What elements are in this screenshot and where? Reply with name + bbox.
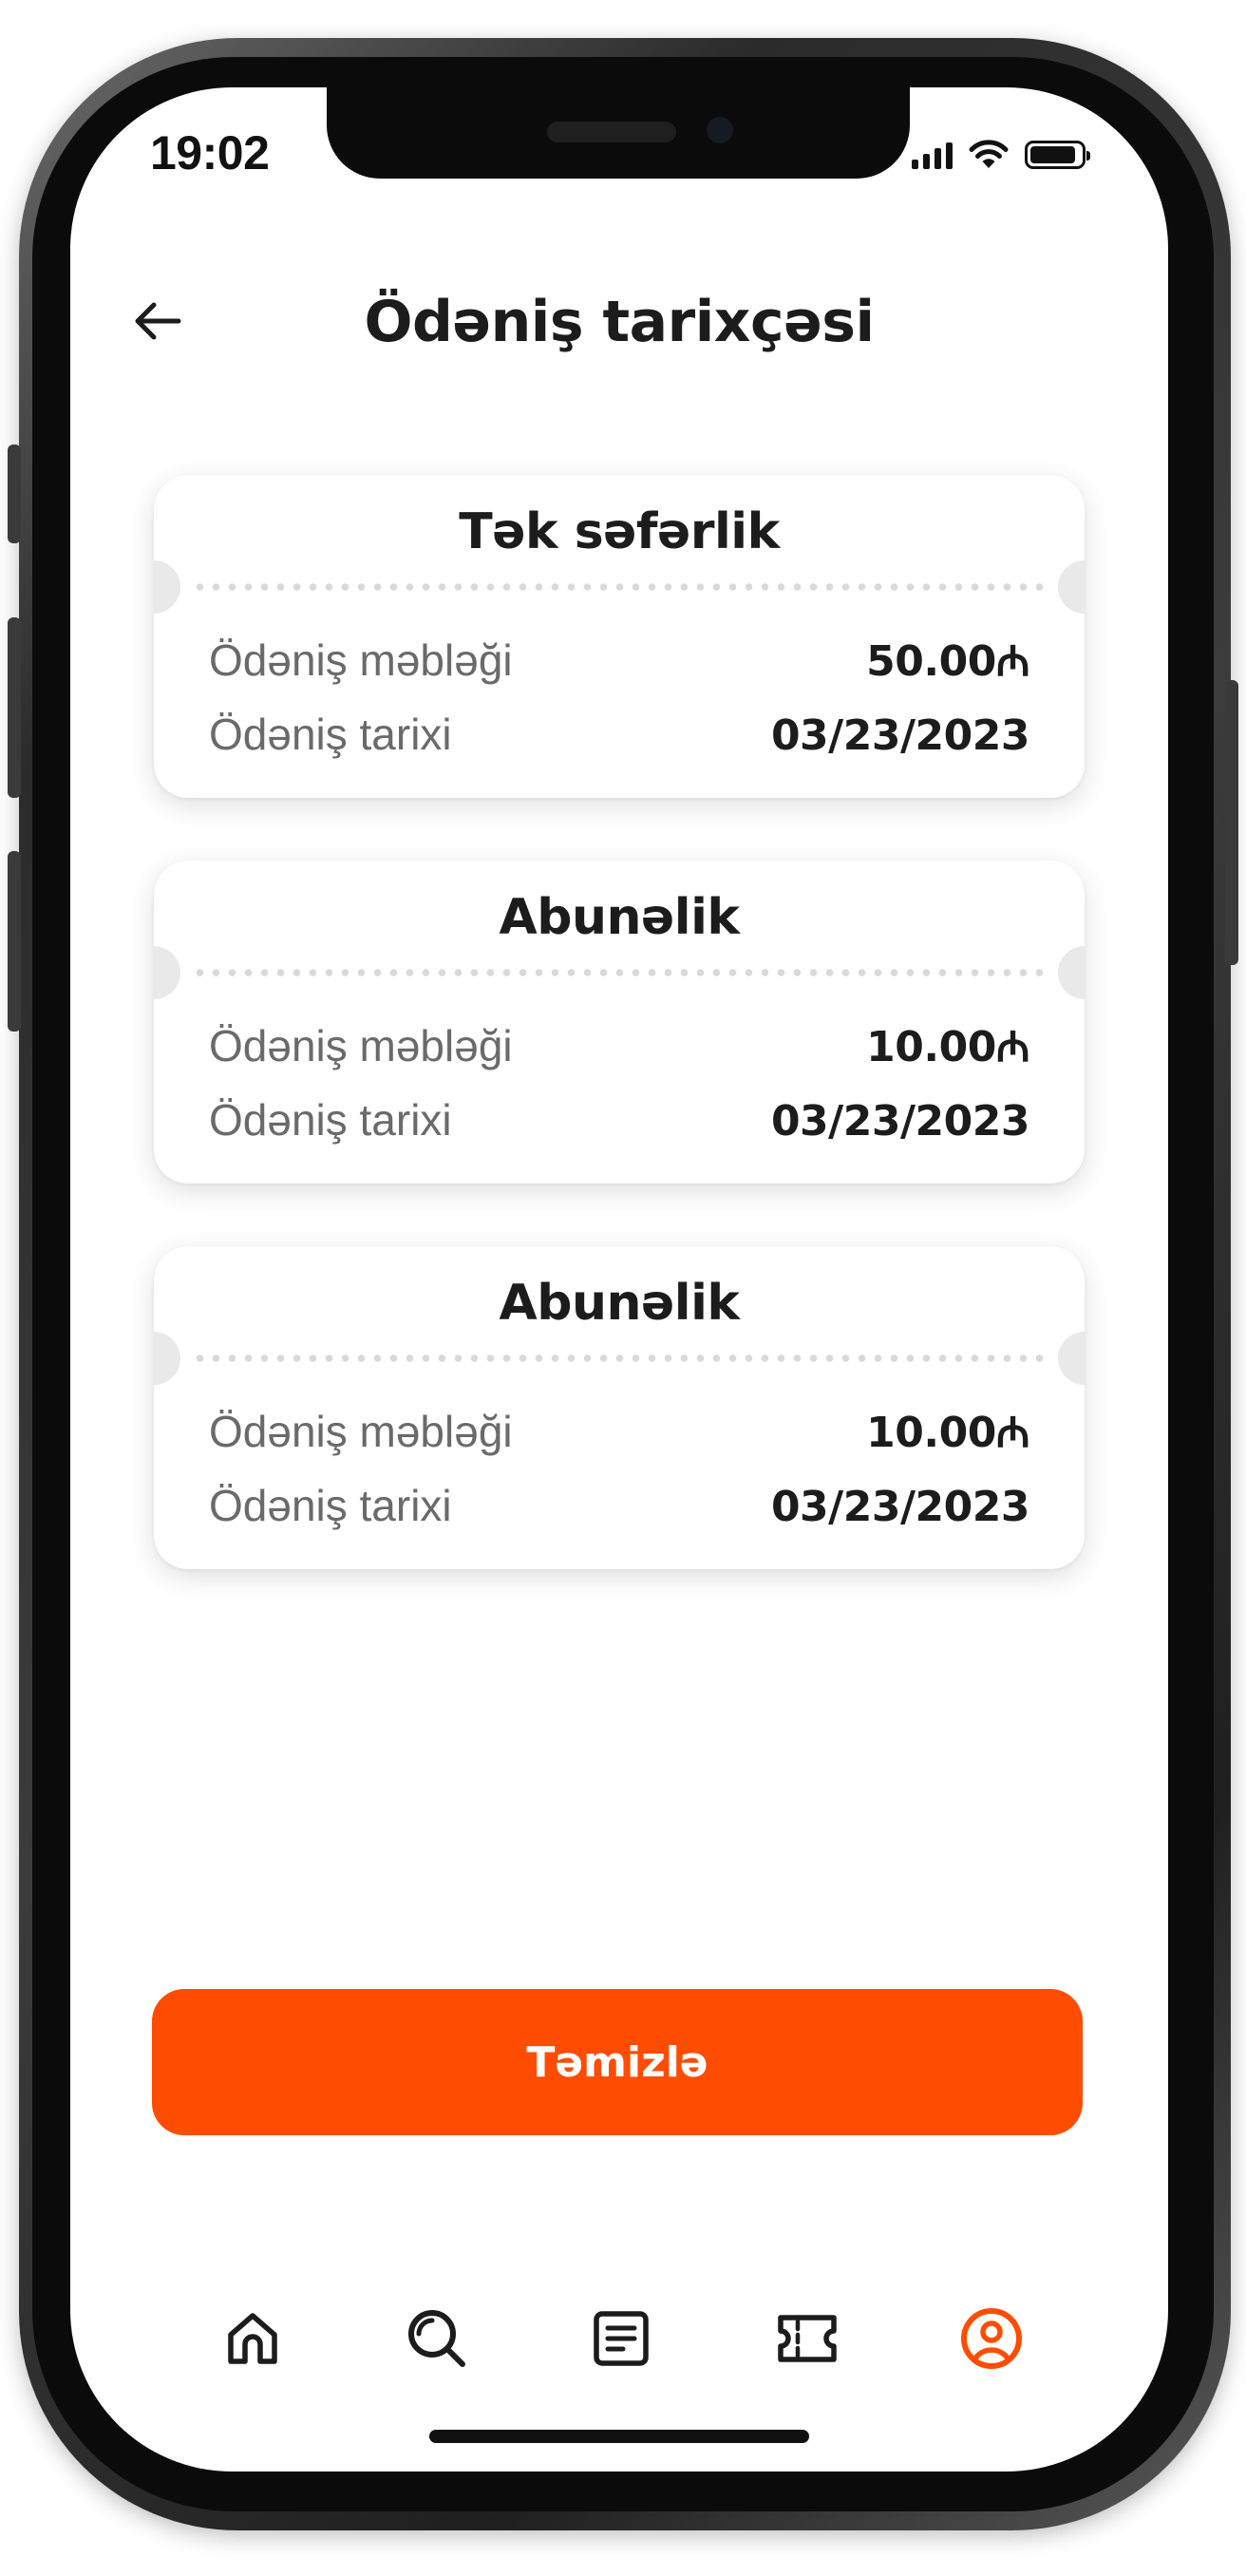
dotted-divider bbox=[192, 1354, 1047, 1362]
nav-search[interactable] bbox=[389, 2291, 484, 2386]
date-value: 03/23/2023 bbox=[770, 711, 1030, 760]
bottom-navigation bbox=[70, 2291, 1168, 2396]
date-row: Ödəniş tarixi 03/23/2023 bbox=[209, 1094, 1030, 1146]
nav-documents[interactable] bbox=[574, 2291, 669, 2386]
ticket-cutout-right bbox=[1058, 1332, 1085, 1385]
user-profile-icon bbox=[961, 2308, 1022, 2369]
nav-profile[interactable] bbox=[944, 2291, 1039, 2386]
amount-value: 50.00₼ bbox=[866, 637, 1029, 686]
amount-row: Ödəniş məbləği 10.00₼ bbox=[209, 1016, 1029, 1073]
date-value: 03/23/2023 bbox=[770, 1097, 1030, 1146]
amount-label: Ödəniş məbləği bbox=[209, 1407, 513, 1456]
speaker-grille bbox=[547, 122, 676, 142]
amount-value: 10.00₼ bbox=[866, 1023, 1029, 1071]
ticket-cutout-left bbox=[154, 1332, 180, 1385]
home-indicator[interactable] bbox=[429, 2430, 809, 2443]
volume-up-button bbox=[8, 617, 21, 798]
dotted-divider bbox=[192, 969, 1047, 976]
status-icons bbox=[912, 131, 1090, 169]
date-row: Ödəniş tarixi 03/23/2023 bbox=[209, 709, 1030, 760]
ticket-icon bbox=[778, 2315, 837, 2362]
battery-icon bbox=[1025, 141, 1090, 169]
front-camera bbox=[707, 117, 733, 143]
amount-row: Ödəniş məbləği 50.00₼ bbox=[209, 631, 1029, 688]
app-screen: 19:02 Ödəniş tarixçəsi Tək səfərlik Ödən… bbox=[70, 87, 1168, 2472]
payment-type: Abunəlik bbox=[499, 889, 740, 946]
amount-value: 10.00₼ bbox=[866, 1409, 1029, 1457]
payment-card[interactable]: Tək səfərlik Ödəniş məbləği 50.00₼ Ödəni… bbox=[154, 475, 1085, 798]
wifi-icon bbox=[969, 140, 1009, 168]
amount-row: Ödəniş məbləği 10.00₼ bbox=[209, 1402, 1029, 1459]
ticket-cutout-right bbox=[1058, 560, 1085, 614]
mute-switch bbox=[8, 445, 21, 543]
nav-tickets[interactable] bbox=[760, 2291, 855, 2386]
volume-down-button bbox=[8, 851, 21, 1032]
date-label: Ödəniş tarixi bbox=[209, 710, 452, 759]
payment-history-list: Tək səfərlik Ödəniş məbləği 50.00₼ Ödəni… bbox=[154, 475, 1085, 1632]
document-list-icon bbox=[594, 2311, 649, 2366]
ticket-cutout-left bbox=[154, 946, 180, 999]
dotted-divider bbox=[192, 583, 1047, 591]
clear-button-label: Təmizlə bbox=[526, 2037, 708, 2087]
payment-card[interactable]: Abunəlik Ödəniş məbləği 10.00₼ Ödəniş ta… bbox=[154, 1246, 1085, 1569]
page-title: Ödəniş tarixçəsi bbox=[364, 289, 875, 355]
date-label: Ödəniş tarixi bbox=[209, 1095, 452, 1145]
date-label: Ödəniş tarixi bbox=[209, 1481, 452, 1530]
battery-level-fill bbox=[1030, 146, 1075, 163]
device-notch bbox=[327, 87, 910, 179]
nav-home[interactable] bbox=[205, 2291, 300, 2386]
cellular-signal-icon bbox=[912, 141, 953, 169]
date-row: Ödəniş tarixi 03/23/2023 bbox=[209, 1480, 1030, 1531]
date-value: 03/23/2023 bbox=[770, 1483, 1030, 1531]
home-icon bbox=[228, 2313, 277, 2364]
payment-type: Abunəlik bbox=[499, 1275, 740, 1332]
payment-type: Tək səfərlik bbox=[459, 503, 780, 560]
payment-card[interactable]: Abunəlik Ödəniş məbləği 10.00₼ Ödəniş ta… bbox=[154, 861, 1085, 1184]
status-time: 19:02 bbox=[150, 126, 270, 180]
ticket-cutout-left bbox=[154, 560, 180, 614]
amount-label: Ödəniş məbləği bbox=[209, 1021, 513, 1070]
search-icon bbox=[408, 2310, 465, 2367]
amount-label: Ödəniş məbləği bbox=[209, 635, 513, 685]
power-button bbox=[1225, 680, 1238, 965]
clear-button[interactable]: Təmizlə bbox=[152, 1989, 1083, 2135]
ticket-cutout-right bbox=[1058, 946, 1085, 999]
